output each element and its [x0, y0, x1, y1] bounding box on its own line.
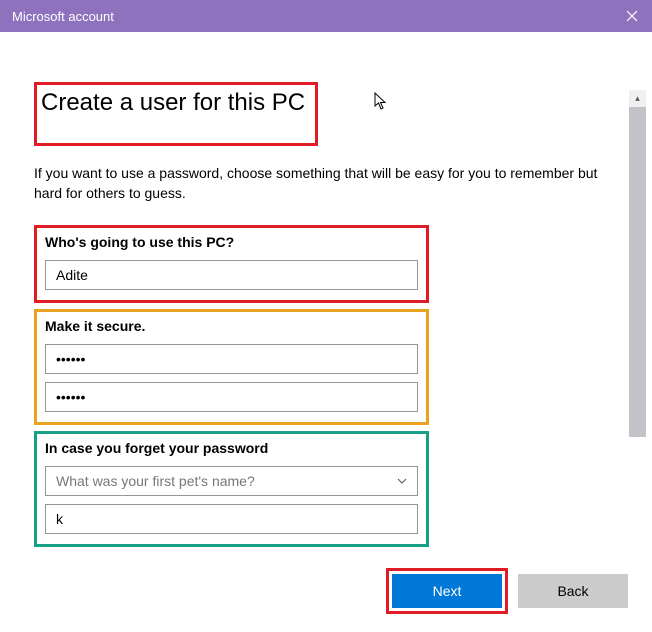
- back-button[interactable]: Back: [518, 574, 628, 608]
- content-area: Create a user for this PC If you want to…: [0, 32, 652, 547]
- page-heading: Create a user for this PC: [41, 89, 305, 117]
- security-question-select[interactable]: [45, 466, 418, 504]
- section-recovery: In case you forget your password: [34, 431, 429, 547]
- recovery-label: In case you forget your password: [45, 440, 418, 456]
- heading-highlight: Create a user for this PC: [34, 82, 318, 146]
- window-title: Microsoft account: [12, 9, 114, 24]
- caret-up-icon: ▴: [635, 93, 640, 104]
- page-subtext: If you want to use a password, choose so…: [34, 164, 618, 203]
- section-password: Make it secure.: [34, 309, 429, 425]
- next-button-highlight: Next: [386, 568, 508, 614]
- close-icon: [626, 10, 638, 22]
- section-username: Who's going to use this PC?: [34, 225, 429, 303]
- security-answer-input[interactable]: [45, 504, 418, 534]
- password-label: Make it secure.: [45, 318, 418, 334]
- username-input[interactable]: [45, 260, 418, 290]
- titlebar: Microsoft account: [0, 0, 652, 32]
- scrollbar-thumb[interactable]: [629, 107, 646, 437]
- scroll-up-button[interactable]: ▴: [629, 90, 646, 107]
- password-input[interactable]: [45, 344, 418, 374]
- footer: Next Back: [386, 568, 628, 614]
- security-question-display[interactable]: [45, 466, 418, 496]
- next-button[interactable]: Next: [392, 574, 502, 608]
- close-button[interactable]: [612, 0, 652, 32]
- confirm-password-input[interactable]: [45, 382, 418, 412]
- username-label: Who's going to use this PC?: [45, 234, 418, 250]
- scrollbar[interactable]: ▴ ▾: [629, 90, 646, 547]
